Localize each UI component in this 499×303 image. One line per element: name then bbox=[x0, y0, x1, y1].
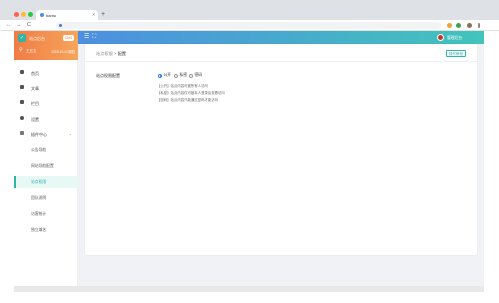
browser-tab-bar: bantu × + bbox=[0, 0, 499, 20]
sidebar-item-label: 栏目 bbox=[31, 100, 39, 106]
sidebar-subitem[interactable]: 网站导航配置 bbox=[14, 160, 78, 172]
breadcrumb-current: 配置 bbox=[117, 51, 126, 56]
user-icon: ⚲ bbox=[19, 47, 23, 53]
forward-button[interactable]: → bbox=[16, 22, 22, 28]
fullscreen-icon[interactable]: ⛶ bbox=[92, 34, 96, 40]
tab-close-icon[interactable]: × bbox=[92, 12, 95, 17]
chevron-down-icon: ⌄ bbox=[68, 131, 72, 136]
radio-label: 公开 bbox=[163, 73, 172, 78]
header-user-label[interactable]: 管理后台 bbox=[447, 36, 462, 41]
logo-icon: ✓ bbox=[18, 34, 26, 42]
option-description: 【公开】站点内容可被所有人访问 bbox=[157, 84, 208, 88]
menu-toggle-icon[interactable]: ☰ bbox=[84, 34, 89, 40]
profile-avatar[interactable] bbox=[467, 23, 472, 28]
sidebar-subitem-label: 团队说明 bbox=[31, 196, 47, 200]
maximize-window-button[interactable] bbox=[28, 12, 33, 17]
folder-icon bbox=[20, 100, 24, 104]
radio-circle[interactable] bbox=[189, 73, 193, 78]
radio-label: 私密 bbox=[179, 73, 188, 78]
address-bar[interactable] bbox=[56, 22, 441, 29]
radio-circle[interactable] bbox=[174, 73, 178, 78]
sidebar-item-settings[interactable]: 设置 bbox=[14, 113, 78, 125]
sidebar-item-columns[interactable]: 栏目 bbox=[14, 97, 78, 109]
sidebar-subitem-label: 公告导航 bbox=[31, 148, 47, 152]
option-description: 【密码】站点内容只能通过密码才能访问 bbox=[157, 98, 219, 102]
sidebar-item-plugins[interactable]: 插件中心 ⌄ bbox=[14, 128, 78, 140]
reload-button[interactable]: C bbox=[27, 22, 31, 28]
sidebar-item-label: 文章 bbox=[31, 85, 39, 91]
sidebar-subitem-label: 网站导航配置 bbox=[31, 164, 54, 168]
tab-title: bantu bbox=[46, 12, 57, 18]
breadcrumb: 站点权限 > 配置 bbox=[96, 51, 126, 57]
sidebar-subitem[interactable]: 团队说明 bbox=[14, 192, 78, 204]
extension-icon[interactable] bbox=[456, 23, 461, 28]
browser-tab[interactable]: bantu × bbox=[36, 10, 98, 20]
sidebar-item-label: 插件中心 bbox=[31, 131, 47, 137]
field-label: 站点权限配置 bbox=[96, 73, 120, 78]
horizontal-scrollbar[interactable] bbox=[14, 286, 484, 292]
sidebar-subitem[interactable]: 独立域名 bbox=[14, 224, 78, 236]
brand-title: 站点后台 bbox=[29, 36, 45, 41]
sidebar-subitem-label: 访客统计 bbox=[31, 212, 47, 216]
lock-icon bbox=[59, 23, 62, 27]
new-tab-button[interactable]: + bbox=[101, 11, 105, 18]
brand-header: ✓ 站点后台 CMS ⚲ 王五五 2019-10-17/周四 bbox=[14, 31, 78, 60]
document-icon bbox=[20, 85, 24, 89]
sidebar-subitem-label: 独立域名 bbox=[31, 228, 47, 232]
grid-icon bbox=[20, 131, 24, 135]
sidebar-subitem-label: 站点权限 bbox=[31, 180, 47, 184]
current-date: 2019-10-17/周四 bbox=[51, 50, 75, 54]
sidebar-subitem[interactable]: 公告导航 bbox=[14, 144, 78, 156]
sidebar-item-label: 首页 bbox=[31, 70, 39, 76]
sidebar-item-home[interactable]: 首页 bbox=[14, 67, 78, 79]
user-name: 王五五 bbox=[26, 49, 37, 53]
sidebar-item-articles[interactable]: 文章 bbox=[14, 82, 78, 94]
extension-icon[interactable] bbox=[447, 23, 452, 28]
breadcrumb-parent[interactable]: 站点权限 bbox=[96, 51, 113, 56]
option-description: 【私密】站点内容仅可被本人登录后查看访问 bbox=[157, 91, 225, 95]
minimize-window-button[interactable] bbox=[21, 12, 26, 17]
divider bbox=[85, 61, 477, 62]
sidebar-subitem[interactable]: 访客统计 bbox=[14, 208, 78, 220]
content-card: 站点权限 > 配置 操作教程 站点权限配置 公开 私密 密码 【公开】站点内容可… bbox=[85, 44, 477, 255]
more-menu-icon[interactable] bbox=[478, 23, 480, 28]
brand-badge: CMS bbox=[63, 35, 74, 41]
sidebar-item-label: 设置 bbox=[31, 116, 39, 122]
top-header: ☰ ⛶ 管理后台 bbox=[78, 31, 484, 44]
sidebar-subitem-active[interactable]: 站点权限 bbox=[14, 176, 78, 188]
gear-icon bbox=[20, 116, 24, 120]
sidebar: ✓ 站点后台 CMS ⚲ 王五五 2019-10-17/周四 首页 文章 栏目 … bbox=[14, 31, 78, 286]
back-button[interactable]: ← bbox=[6, 22, 12, 28]
radio-circle[interactable] bbox=[158, 73, 162, 78]
avatar[interactable] bbox=[437, 34, 444, 41]
tutorial-button[interactable]: 操作教程 bbox=[446, 50, 466, 57]
home-icon bbox=[20, 70, 24, 74]
radio-label: 密码 bbox=[194, 73, 203, 78]
favicon-icon bbox=[40, 13, 44, 17]
close-window-button[interactable] bbox=[14, 12, 19, 17]
browser-toolbar: ← → C bbox=[0, 20, 499, 31]
breadcrumb-separator: > bbox=[113, 51, 117, 56]
